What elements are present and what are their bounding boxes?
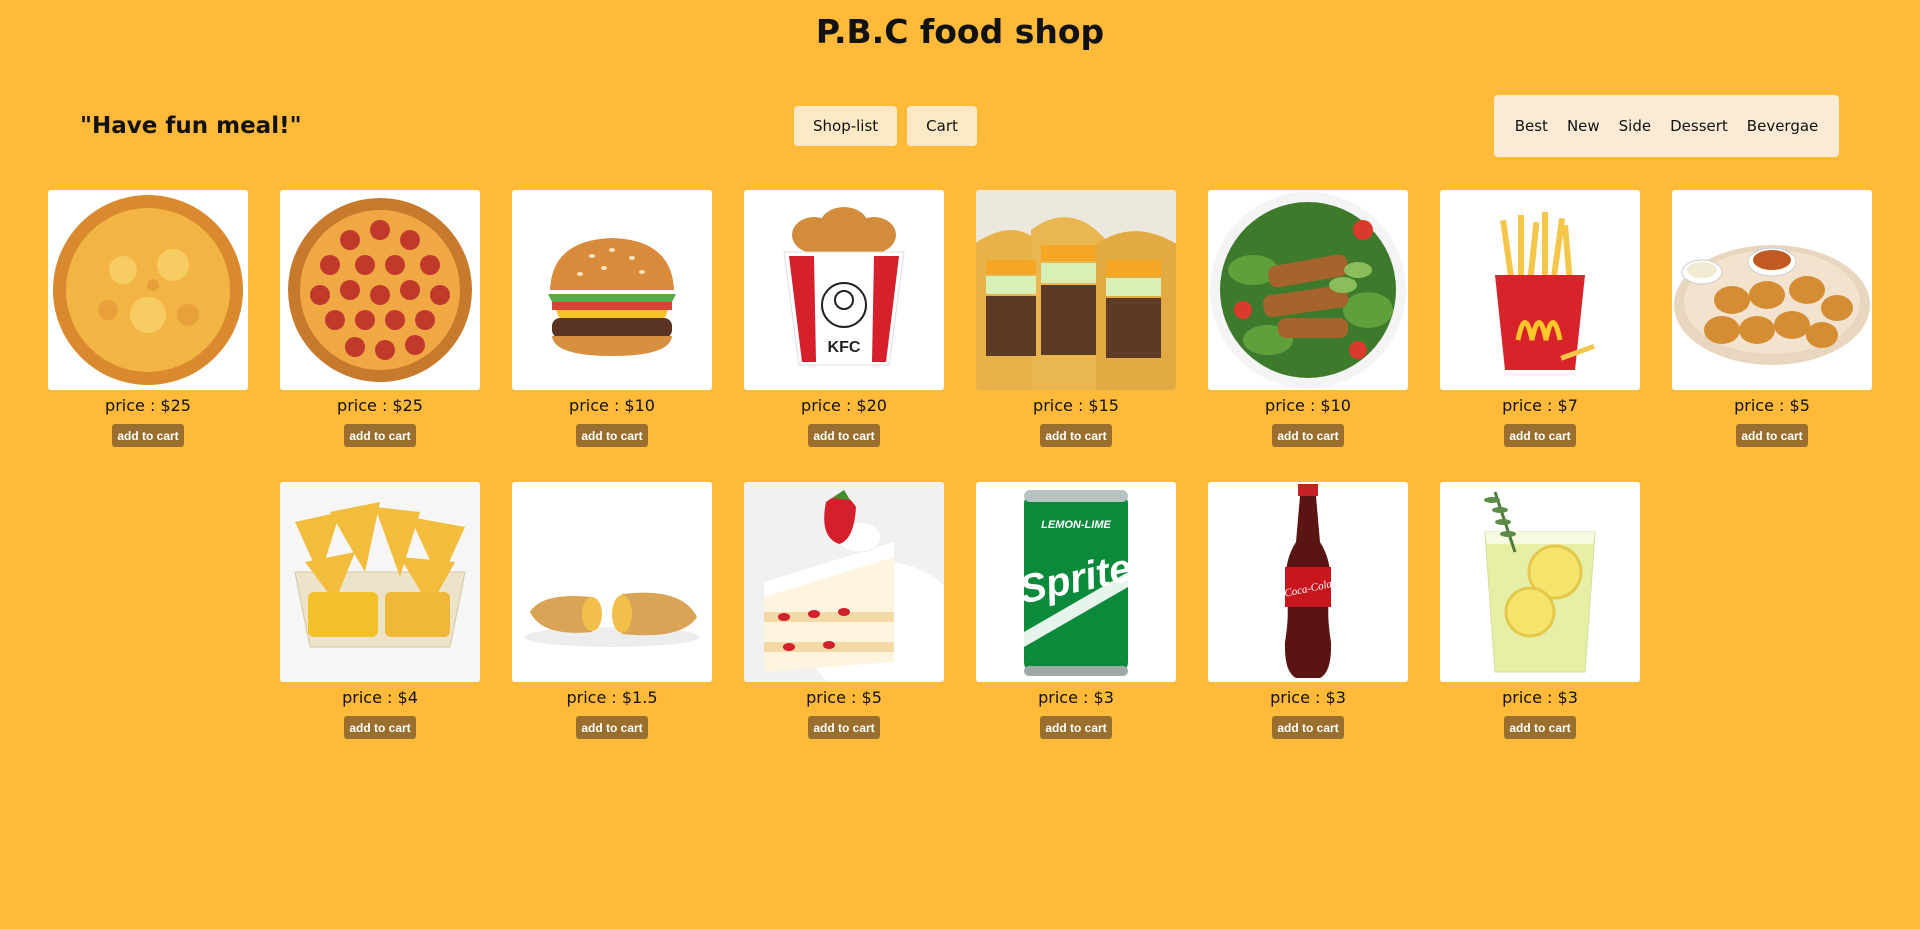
product-card: KFC price : $20 add to cart bbox=[744, 190, 944, 447]
category-beverage[interactable]: Bevergae bbox=[1747, 117, 1818, 135]
cheese-pizza-image bbox=[48, 190, 248, 390]
strawberry-cake-image bbox=[744, 482, 944, 682]
tacos-image bbox=[976, 190, 1176, 390]
add-to-cart-button[interactable]: add to cart bbox=[576, 424, 648, 447]
apple-pie-image bbox=[512, 482, 712, 682]
sprite-lemon-lime-text: LEMON-LIME bbox=[1041, 519, 1111, 531]
product-price: price : $10 bbox=[1265, 396, 1351, 415]
product-row-1: price : $25 add to cart price : $25 add … bbox=[0, 190, 1920, 447]
category-best[interactable]: Best bbox=[1515, 117, 1548, 135]
tagline: "Have fun meal!" bbox=[80, 113, 302, 139]
product-card: Coca-Cola price : $3 add to cart bbox=[1208, 482, 1408, 739]
add-to-cart-button[interactable]: add to cart bbox=[1504, 716, 1576, 739]
category-menu: Best New Side Dessert Bevergae bbox=[1494, 95, 1839, 157]
page-title: P.B.C food shop bbox=[815, 12, 1105, 51]
french-fries-image bbox=[1440, 190, 1640, 390]
nav-buttons: Shop-list Cart bbox=[794, 106, 977, 146]
add-to-cart-button[interactable]: add to cart bbox=[1040, 424, 1112, 447]
product-price: price : $1.5 bbox=[566, 688, 658, 707]
coca-cola-bottle-image: Coca-Cola bbox=[1208, 482, 1408, 682]
product-price: price : $5 bbox=[806, 688, 882, 707]
add-to-cart-button[interactable]: add to cart bbox=[1504, 424, 1576, 447]
product-price: price : $25 bbox=[105, 396, 191, 415]
product-price: price : $3 bbox=[1038, 688, 1114, 707]
add-to-cart-button[interactable]: add to cart bbox=[808, 716, 880, 739]
add-to-cart-button[interactable]: add to cart bbox=[576, 716, 648, 739]
add-to-cart-button[interactable]: add to cart bbox=[1272, 424, 1344, 447]
product-price: price : $10 bbox=[569, 396, 655, 415]
product-price: price : $15 bbox=[1033, 396, 1119, 415]
product-card: price : $15 add to cart bbox=[976, 190, 1176, 447]
shop-list-button[interactable]: Shop-list bbox=[794, 106, 898, 146]
add-to-cart-button[interactable]: add to cart bbox=[1736, 424, 1808, 447]
product-card: price : $25 add to cart bbox=[280, 190, 480, 447]
category-side[interactable]: Side bbox=[1619, 117, 1651, 135]
product-card: price : $5 add to cart bbox=[1672, 190, 1872, 447]
product-price: price : $7 bbox=[1502, 396, 1578, 415]
burger-image bbox=[512, 190, 712, 390]
nachos-image bbox=[280, 482, 480, 682]
product-card: price : $4 add to cart bbox=[280, 482, 480, 739]
product-card: price : $3 add to cart bbox=[1440, 482, 1640, 739]
product-card: price : $7 add to cart bbox=[1440, 190, 1640, 447]
add-to-cart-button[interactable]: add to cart bbox=[1040, 716, 1112, 739]
product-card: price : $5 add to cart bbox=[744, 482, 944, 739]
add-to-cart-button[interactable]: add to cart bbox=[808, 424, 880, 447]
product-card: price : $1.5 add to cart bbox=[512, 482, 712, 739]
product-card: price : $10 add to cart bbox=[512, 190, 712, 447]
sprite-can-image: LEMON-LIME Sprite bbox=[976, 482, 1176, 682]
product-price: price : $20 bbox=[801, 396, 887, 415]
add-to-cart-button[interactable]: add to cart bbox=[1272, 716, 1344, 739]
cart-button[interactable]: Cart bbox=[907, 106, 977, 146]
page: P.B.C food shop "Have fun meal!" Shop-li… bbox=[0, 0, 1920, 929]
product-price: price : $3 bbox=[1270, 688, 1346, 707]
chicken-nuggets-image bbox=[1672, 190, 1872, 390]
chicken-salad-image bbox=[1208, 190, 1408, 390]
product-price: price : $25 bbox=[337, 396, 423, 415]
product-price: price : $5 bbox=[1734, 396, 1810, 415]
add-to-cart-button[interactable]: add to cart bbox=[112, 424, 184, 447]
chicken-bucket-image: KFC bbox=[744, 190, 944, 390]
product-card: LEMON-LIME Sprite price : $3 add to cart bbox=[976, 482, 1176, 739]
category-new[interactable]: New bbox=[1567, 117, 1600, 135]
category-dessert[interactable]: Dessert bbox=[1670, 117, 1728, 135]
product-price: price : $3 bbox=[1502, 688, 1578, 707]
add-to-cart-button[interactable]: add to cart bbox=[344, 424, 416, 447]
product-card: price : $10 add to cart bbox=[1208, 190, 1408, 447]
pepperoni-pizza-image bbox=[280, 190, 480, 390]
product-row-2: price : $4 add to cart price : $1.5 add … bbox=[0, 482, 1920, 739]
product-card: price : $25 add to cart bbox=[48, 190, 248, 447]
lemonade-image bbox=[1440, 482, 1640, 682]
kfc-logo-text: KFC bbox=[828, 339, 861, 356]
product-price: price : $4 bbox=[342, 688, 418, 707]
add-to-cart-button[interactable]: add to cart bbox=[344, 716, 416, 739]
